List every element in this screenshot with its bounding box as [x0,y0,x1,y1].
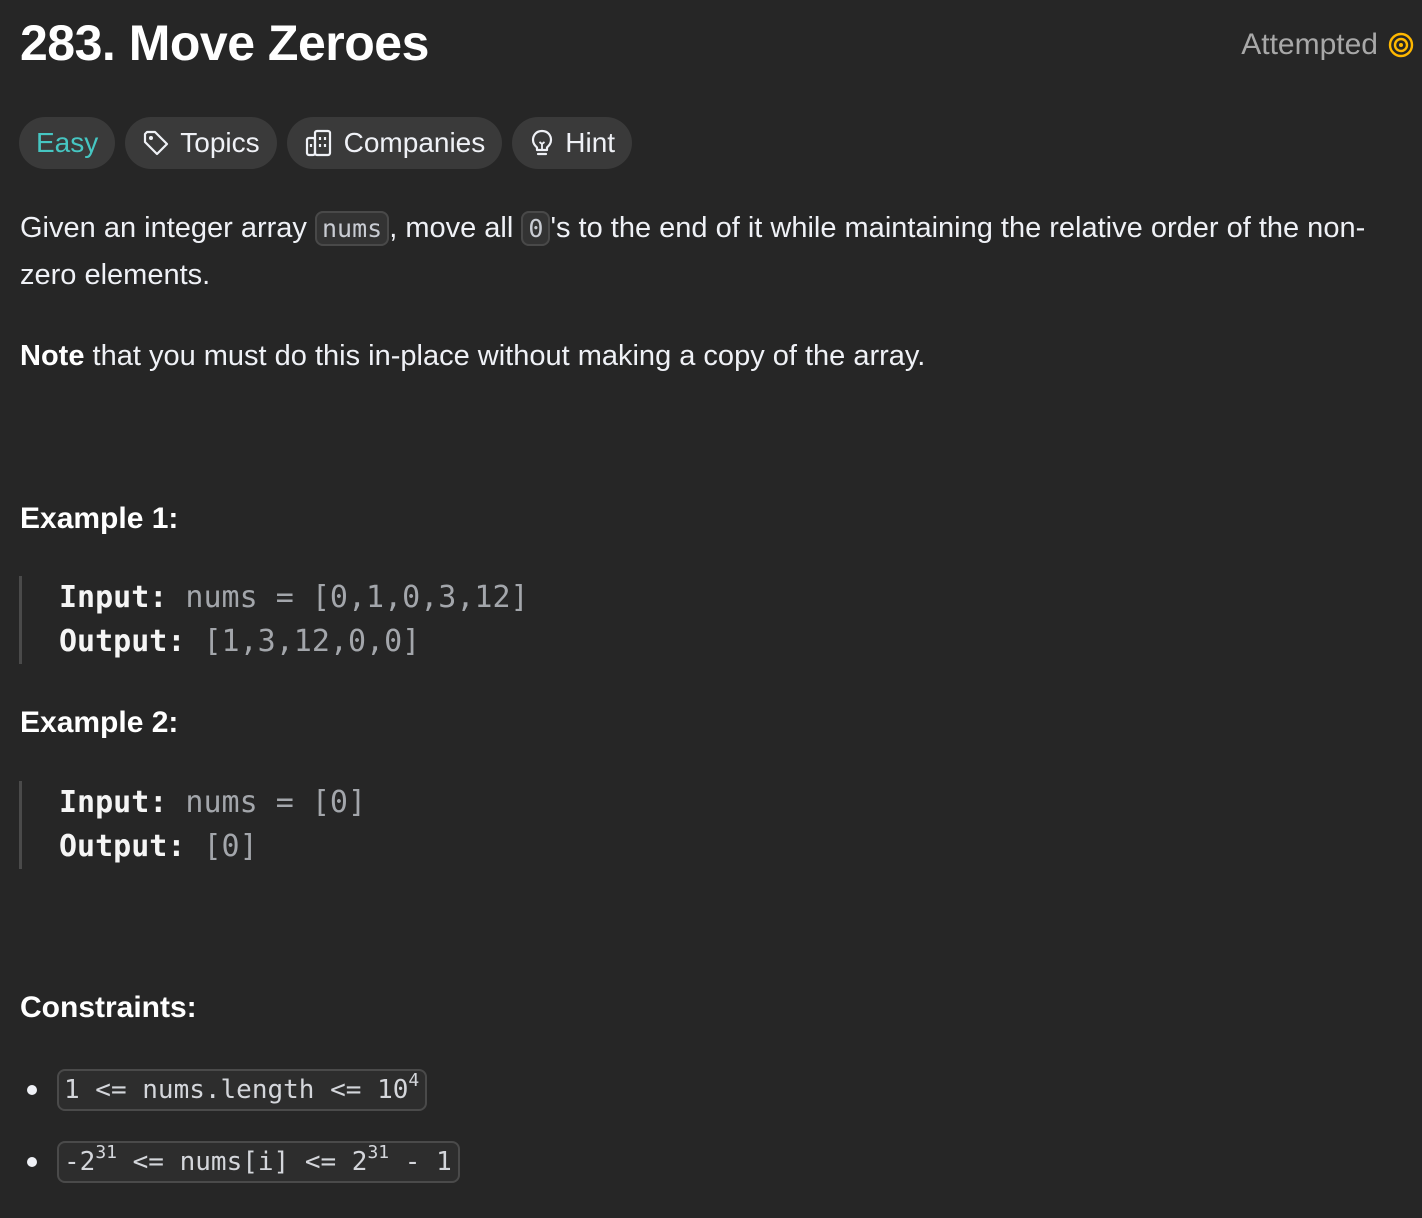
example-1-block: Input: nums = [0,1,0,3,12] Output: [1,3,… [19,576,529,664]
problem-note: Note that you must do this in-place with… [20,333,925,379]
constraints-heading: Constraints: [20,991,197,1024]
topics-label: Topics [180,127,260,158]
bullet [27,1085,37,1095]
problem-description: Given an integer array nums, move all 0 '… [20,205,1410,298]
constraint-text: <= nums[i] <= 2 [117,1147,368,1177]
input-value: nums = [0] [167,785,367,820]
difficulty-badge: Easy [19,117,116,169]
exponent: 4 [408,1070,420,1091]
hint-label: Hint [565,127,616,158]
attempted-status: Attempted [1241,28,1414,62]
output-value: [1,3,12,0,0] [185,624,421,659]
example-2-block: Input: nums = [0] Output: [0] [19,781,366,869]
constraints-list: 1 <= nums.length <= 104 -231 <= nums[i] … [20,1068,460,1184]
exponent: 31 [367,1142,390,1163]
difficulty-label: Easy [36,127,99,158]
constraint-item: -231 <= nums[i] <= 231 - 1 [20,1140,460,1184]
hint-button[interactable]: Hint [512,117,633,169]
output-label: Output: [59,829,186,864]
example-1-heading: Example 1: [20,502,179,535]
constraint-code: 1 <= nums.length <= 104 [57,1069,428,1111]
constraint-code: -231 <= nums[i] <= 231 - 1 [57,1141,460,1183]
problem-title: 283. Move Zeroes [20,15,429,71]
note-text: that you must do this in-place without m… [84,340,926,372]
output-value: [0] [185,829,258,864]
topics-button[interactable]: Topics [125,117,277,169]
input-label: Input: [59,785,168,820]
constraint-item: 1 <= nums.length <= 104 [20,1068,460,1112]
attempted-label: Attempted [1241,28,1378,61]
description-text: Given an integer array [20,212,315,244]
constraint-text: 1 <= nums.length <= 10 [64,1075,409,1105]
constraint-text: - 1 [389,1147,452,1177]
bullet [27,1157,37,1167]
note-label: Note [20,340,85,372]
attempted-target-icon [1388,32,1414,58]
inline-code-nums: nums [314,211,390,246]
inline-code-zero: 0 [521,211,551,246]
lightbulb-icon [529,128,555,158]
companies-button[interactable]: Companies [286,117,503,169]
example-2-heading: Example 2: [20,706,179,739]
constraint-text: -2 [64,1147,96,1177]
exponent: 31 [95,1142,117,1163]
input-label: Input: [59,580,168,615]
companies-label: Companies [343,127,486,158]
description-text: , move all [389,212,522,244]
tag-icon [142,129,170,157]
building-icon [304,128,334,158]
output-label: Output: [59,624,186,659]
tag-bar: Easy Topics Companies Hint [19,117,633,169]
input-value: nums = [0,1,0,3,12] [167,580,529,615]
